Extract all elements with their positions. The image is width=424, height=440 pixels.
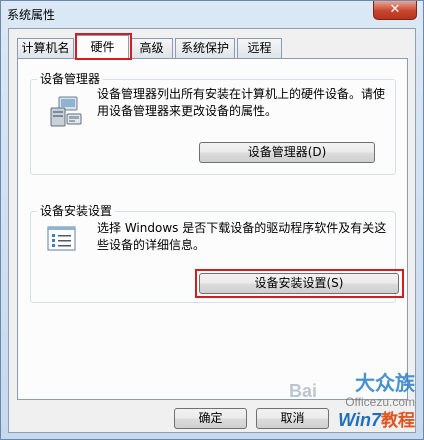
watermark-site: Officezu.com (345, 395, 415, 409)
close-button[interactable]: ✕ (373, 1, 417, 20)
watermark-brand-tutorial: 教程 (381, 411, 415, 431)
watermark: 大众族 Officezu.com Win7教程 (338, 373, 415, 433)
watermark-baidu: Bai (289, 381, 318, 401)
tab-highlight-box (75, 33, 132, 60)
title-bar[interactable]: 系统属性 ✕ (1, 1, 423, 27)
close-icon: ✕ (389, 2, 401, 17)
watermark-brand: Win7教程 (338, 409, 415, 433)
device-install-group: 设备安装设置 选择 Windows 是否下载设备的驱动程序软件及有关这些设备的详… (30, 204, 404, 303)
tab-computer-name[interactable]: 计算机名 (17, 38, 74, 58)
tab-label: 计算机名 (21, 41, 70, 55)
watermark-brand-win7: Win7 (338, 410, 381, 430)
tab-label: 远程 (247, 41, 272, 55)
hardware-tab-panel: 设备管理器 设备管理器列出所有安装在计算机上的硬件设备。请使用设备管理器来更改设… (17, 58, 408, 400)
tab-advanced[interactable]: 高级 (130, 38, 173, 58)
tab-remote[interactable]: 远程 (237, 38, 282, 58)
device-manager-description: 设备管理器列出所有安装在计算机上的硬件设备。请使用设备管理器来更改设备的属性。 (97, 87, 386, 118)
device-manager-button[interactable]: 设备管理器(D) (199, 142, 375, 163)
device-manager-group-title: 设备管理器 (37, 72, 104, 86)
tab-label: 系统保护 (180, 41, 229, 55)
device-manager-button-label: 设备管理器(D) (247, 145, 327, 159)
ok-button[interactable]: 确定 (174, 408, 247, 429)
cancel-button-label: 取消 (280, 411, 305, 425)
device-manager-group: 设备管理器 设备管理器列出所有安装在计算机上的硬件设备。请使用设备管理器来更改设… (30, 72, 396, 175)
device-install-description: 选择 Windows 是否下载设备的驱动程序软件及有关这些设备的详细信息。 (97, 221, 387, 252)
ok-button-label: 确定 (198, 411, 223, 425)
device-install-group-title: 设备安装设置 (37, 204, 116, 218)
cancel-button[interactable]: 取消 (256, 408, 329, 429)
device-manager-icon (45, 94, 85, 130)
watermark-logo: 大众族 (355, 373, 415, 395)
window-title: 系统属性 (7, 8, 56, 22)
tab-system-protection[interactable]: 系统保护 (175, 38, 235, 58)
tab-label: 高级 (139, 41, 164, 55)
system-properties-window: 系统属性 ✕ 计算机名 硬件 高级 系统保护 远程 设备管理器 设备管理器列出所… (0, 0, 424, 440)
device-install-highlight-box (195, 269, 404, 298)
checklist-icon (47, 226, 77, 252)
